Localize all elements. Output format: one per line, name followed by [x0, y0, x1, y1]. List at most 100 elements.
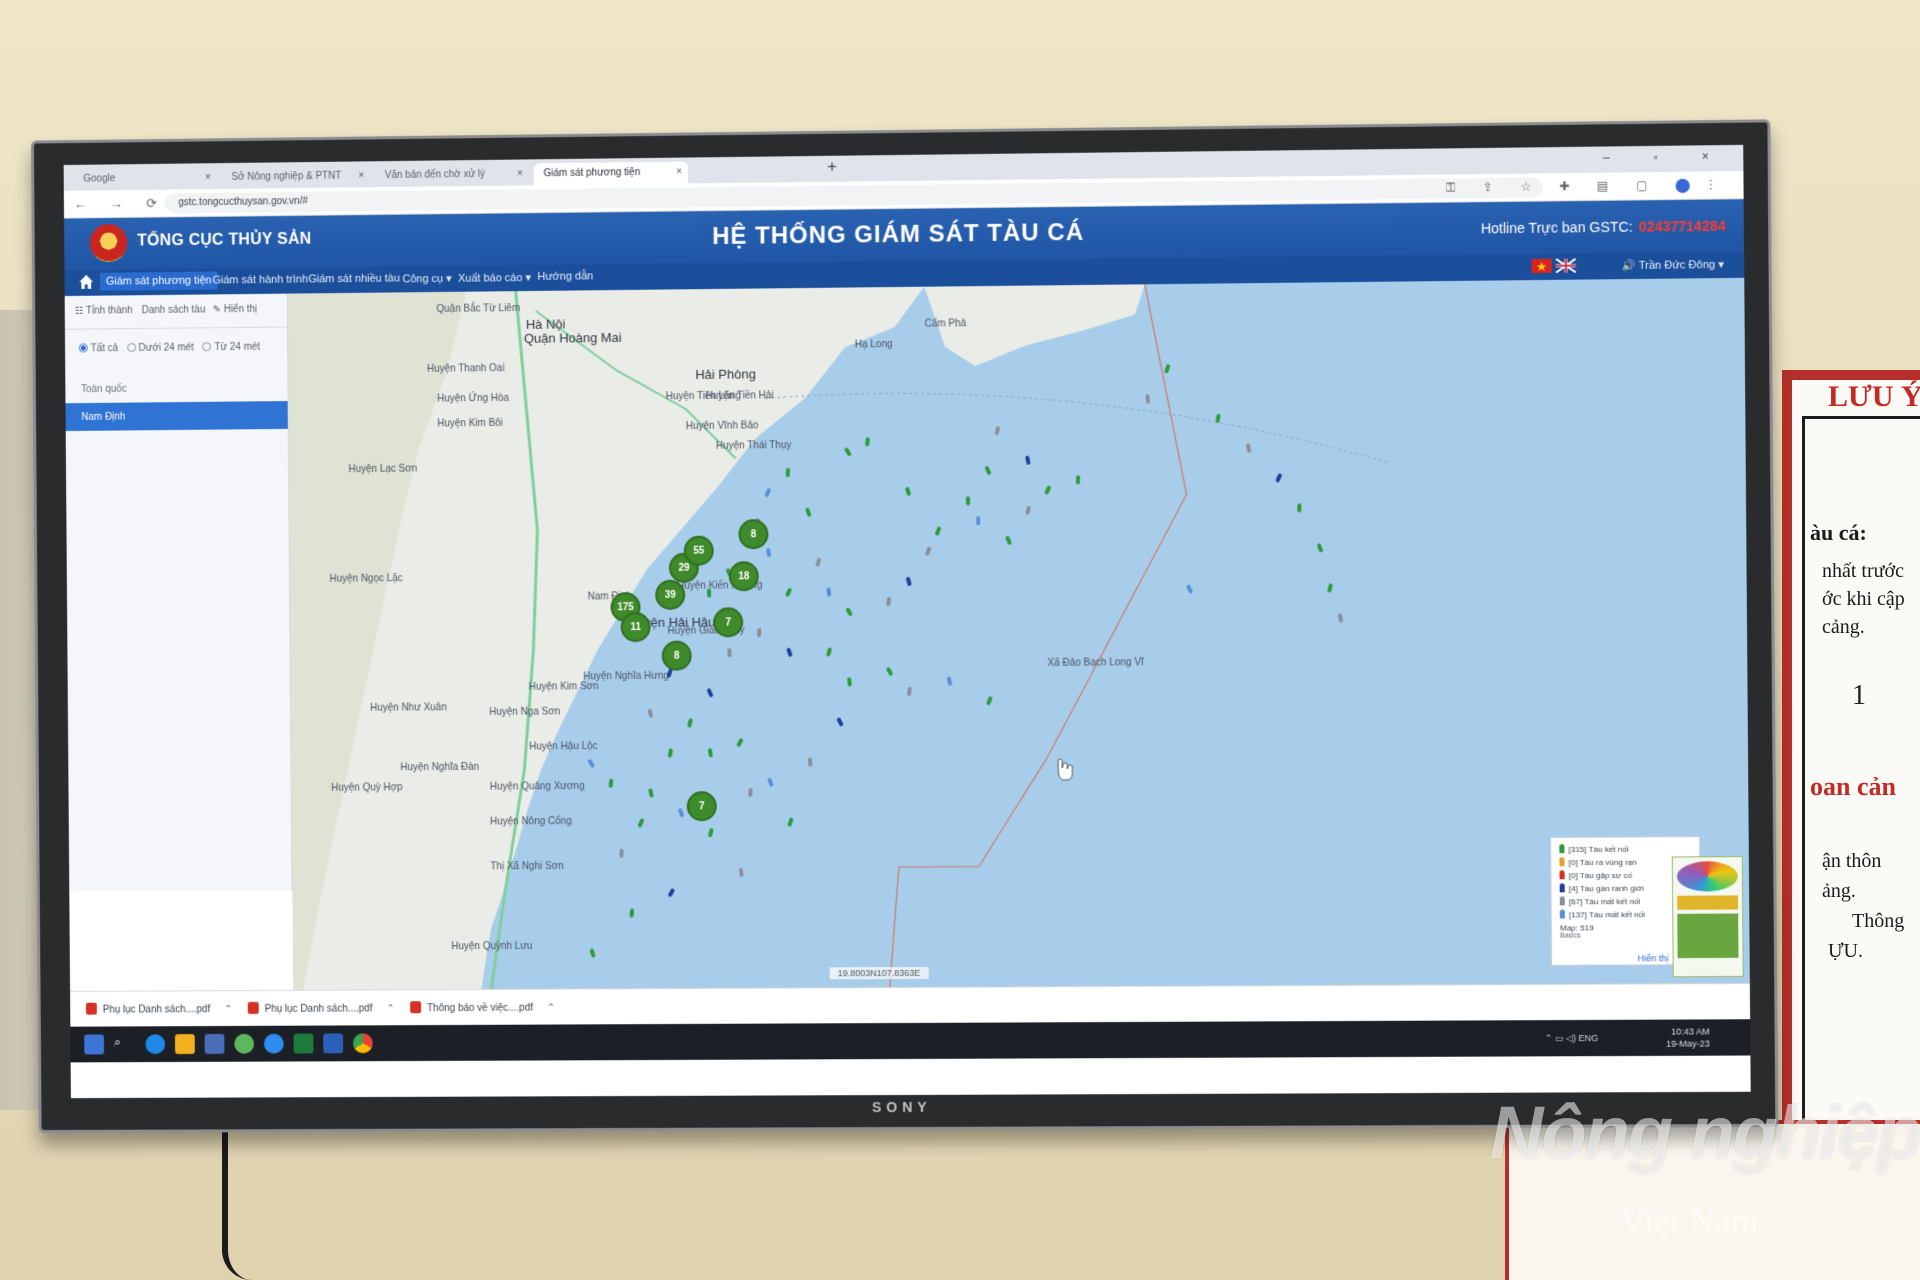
lower-poster-frame	[1505, 1120, 1920, 1280]
vessel-marker[interactable]	[965, 496, 970, 506]
new-tab-button[interactable]: +	[827, 159, 836, 177]
map-place-label: Huyện Kim Bôi	[437, 418, 503, 430]
chevron-up-icon: ⌃	[224, 1004, 233, 1016]
sidebar-item-nationwide[interactable]: Toàn quốc	[65, 373, 287, 403]
vessel-status-icon	[1559, 883, 1565, 893]
vessel-marker[interactable]	[975, 515, 980, 525]
browser-tab[interactable]: Văn bản đến chờ xử lý ×	[375, 163, 529, 187]
vessel-cluster[interactable]: 11	[622, 613, 650, 641]
vietnam-flag-icon[interactable]	[1531, 258, 1552, 274]
tab-vessel-list[interactable]: Danh sách tàu	[142, 304, 206, 316]
close-tab-icon[interactable]: ×	[676, 167, 682, 178]
cluster-count: 175	[617, 603, 634, 614]
map-place-label: Hạ Long	[855, 339, 893, 350]
search-icon[interactable]: ⌕	[114, 1034, 134, 1054]
vessel-cluster[interactable]: 55	[685, 537, 713, 565]
menu-item-guide[interactable]: Hướng dẫn	[537, 270, 593, 283]
map-place-label: Xã Đảo Bạch Long Vĩ	[1047, 657, 1145, 669]
vessel-cluster[interactable]: 8	[663, 642, 691, 670]
vessel-status-icon	[1559, 870, 1565, 880]
tab-display[interactable]: ✎ Hiển thị	[213, 304, 258, 315]
system-tray[interactable]: ⌃ ▭ ◁) ENG 10:43 AM 19-May-23	[1545, 1025, 1710, 1049]
download-item[interactable]: Thông báo về việc....pdf ⌃	[410, 1001, 555, 1015]
fisheries-badge-card	[1671, 856, 1744, 978]
map-place-label: Quận Bắc Từ Liêm	[436, 303, 520, 315]
home-icon[interactable]	[78, 274, 94, 290]
vessel-marker[interactable]	[706, 588, 712, 598]
browser-tab[interactable]: Sở Nông nghiệp & PTNT ×	[222, 165, 371, 189]
vessel-cluster[interactable]: 7	[688, 792, 716, 820]
map-place-label: Hải Phòng	[695, 366, 756, 382]
pdf-icon	[247, 1001, 259, 1014]
vessel-status-icon	[1559, 844, 1565, 854]
chrome-icon[interactable]	[352, 1033, 373, 1054]
map-place-label: Huyện Lạc Sơn	[348, 463, 417, 475]
browser-toolbar-icons[interactable]: ⚿ ⇪ ☆ ✚ ▤ ▢ ⋮	[1446, 177, 1729, 195]
hotline-number: 02437714284	[1638, 217, 1726, 235]
menu-item-vessel-monitoring[interactable]: Giám sát phương tiện	[99, 271, 218, 291]
zalo-icon[interactable]	[263, 1033, 284, 1054]
vessel-marker[interactable]	[619, 848, 624, 858]
show-legend-button[interactable]: Hiển thị	[1638, 953, 1669, 963]
app-icon[interactable]	[234, 1033, 255, 1054]
map-place-label: Thị Xã Nghi Sơn	[490, 861, 563, 872]
vessel-cluster[interactable]: 7	[714, 608, 742, 636]
window-controls[interactable]: ‒ ▫ ×	[1603, 149, 1729, 165]
uk-flag-icon[interactable]	[1555, 258, 1577, 273]
map-view[interactable]: Hà Nội Quận Hoàng Mai Hải Phòng Huyện Hải H…	[287, 277, 1750, 990]
profile-avatar-icon[interactable]	[1675, 178, 1690, 193]
poster-line: cảng.	[1822, 616, 1865, 638]
close-tab-icon[interactable]: ×	[517, 168, 523, 179]
vessel-marker[interactable]	[1297, 503, 1302, 513]
radio-over-24m[interactable]	[202, 342, 212, 352]
vessel-cluster[interactable]: 39	[656, 581, 684, 609]
chevron-up-icon: ⌃	[386, 1003, 395, 1015]
excel-icon[interactable]	[293, 1033, 314, 1054]
map-canvas[interactable]: Hà NộiQuận Hoàng MaiHải PhòngHuyện Hải H…	[287, 277, 1750, 990]
tab-provinces[interactable]: ☷ Tỉnh thành	[75, 305, 133, 317]
vessel-marker[interactable]	[748, 787, 753, 798]
map-place-label: Quận Hoàng Mai	[524, 330, 622, 346]
store-icon[interactable]	[204, 1033, 225, 1054]
map-place-label: Huyện Hậu Lộc	[529, 741, 598, 752]
map-place-label: Huyện Nông Cống	[490, 816, 572, 828]
vessel-marker[interactable]	[1075, 475, 1081, 485]
edge-icon[interactable]	[145, 1034, 166, 1055]
vessel-marker[interactable]	[1145, 394, 1150, 404]
vessel-marker[interactable]	[808, 757, 813, 768]
user-menu[interactable]: 🔊 Trần Đức Đông ▾	[1622, 258, 1724, 272]
badge-green-panel	[1677, 913, 1739, 959]
legend-row[interactable]: [315] Tàu kết nối	[1559, 843, 1693, 857]
browser-tab-active[interactable]: Giám sát phương tiện ×	[533, 161, 688, 186]
speaker-icon: 🔊	[1621, 259, 1636, 273]
menu-item-tools[interactable]: Công cụ ▾	[402, 272, 451, 285]
vessel-marker[interactable]	[727, 648, 732, 658]
vessel-cluster[interactable]: 18	[730, 562, 758, 590]
tv-brand-logo: SONY	[871, 1098, 932, 1116]
map-place-label: Cẩm Phả	[925, 318, 967, 329]
tray-icons: ⌃ ▭ ◁) ENG	[1544, 1032, 1599, 1044]
hotline: Hotline Trực ban GSTC: 02437714284	[1480, 217, 1726, 237]
radio-under-24m[interactable]	[126, 342, 136, 352]
vessel-marker[interactable]	[786, 468, 791, 478]
close-tab-icon[interactable]: ×	[358, 170, 364, 181]
download-item[interactable]: Phụ lục Danh sách....pdf ⌃	[247, 1001, 395, 1015]
download-item[interactable]: Phụ lục Danh sách....pdf ⌃	[85, 1002, 233, 1016]
menu-item-export-report[interactable]: Xuất báo cáo ▾	[458, 271, 531, 285]
sidebar-item-nam-dinh[interactable]: Nam Định	[65, 401, 288, 432]
close-tab-icon[interactable]: ×	[205, 172, 211, 183]
menu-item-journey-monitoring[interactable]: Giám sát hành trình	[212, 273, 308, 286]
file-explorer-icon[interactable]	[174, 1034, 195, 1055]
chevron-up-icon: ⌃	[546, 1002, 556, 1014]
start-icon[interactable]	[84, 1034, 105, 1055]
menu-item-multi-vessel[interactable]: Giám sát nhiều tàu	[308, 272, 400, 285]
browser-tab[interactable]: Google ×	[74, 167, 217, 191]
cluster-count: 18	[738, 572, 750, 583]
radio-all[interactable]	[78, 343, 88, 353]
word-icon[interactable]	[323, 1033, 344, 1054]
badge-stars-strip	[1677, 895, 1739, 910]
vessel-cluster[interactable]: 8	[739, 520, 767, 548]
vessel-marker[interactable]	[757, 628, 763, 638]
sidebar-tabs: ☷ Tỉnh thành Danh sách tàu ✎ Hiển thị	[64, 293, 288, 330]
map-place-label: Huyện Quỳnh Lưu	[451, 941, 532, 952]
